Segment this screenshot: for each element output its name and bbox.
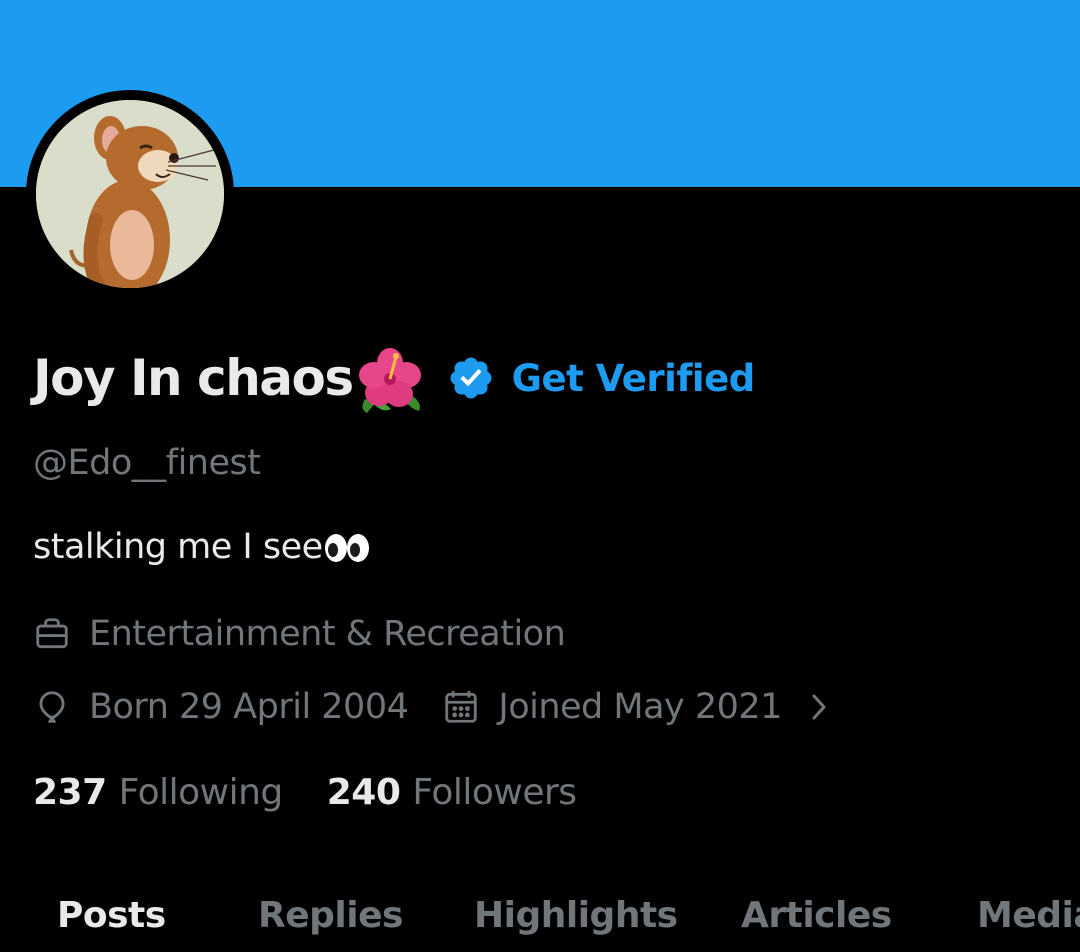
dates-row[interactable]: Born 29 April 2004 Joined May 2021 xyxy=(33,687,834,727)
tab-highlights[interactable]: Highlights xyxy=(474,895,678,936)
profile-tabs: Posts Replies Highlights Articles Media xyxy=(0,895,1080,952)
following-count: 237 xyxy=(33,772,107,813)
profile-category: Entertainment & Recreation xyxy=(89,614,566,654)
tab-media[interactable]: Media xyxy=(977,895,1080,936)
profile-page: Joy In chaos Get Verified @Edo__finest s… xyxy=(0,0,1080,952)
followers-count: 240 xyxy=(326,772,401,813)
followers-link[interactable]: 240 Followers xyxy=(327,772,577,813)
avatar[interactable] xyxy=(36,100,224,288)
eyes-icon xyxy=(324,532,370,562)
following-link[interactable]: 237 Following xyxy=(33,772,283,813)
verified-badge-icon[interactable] xyxy=(447,354,495,402)
followers-label: Followers xyxy=(412,772,577,813)
tab-replies[interactable]: Replies xyxy=(258,895,403,936)
user-handle: @Edo__finest xyxy=(33,443,261,483)
following-label: Following xyxy=(118,772,284,813)
follow-stats: 237 Following 240 Followers xyxy=(33,772,577,813)
name-row: Joy In chaos Get Verified xyxy=(33,340,755,416)
balloon-icon xyxy=(33,688,71,726)
joined-date: Joined May 2021 xyxy=(498,687,782,727)
calendar-icon xyxy=(442,688,480,726)
joined-group: Joined May 2021 xyxy=(442,687,782,727)
get-verified-link[interactable]: Get Verified xyxy=(512,357,756,400)
chevron-right-icon[interactable] xyxy=(804,688,834,726)
tab-posts[interactable]: Posts xyxy=(57,895,166,936)
tab-articles[interactable]: Articles xyxy=(741,895,892,936)
birth-date: Born 29 April 2004 xyxy=(89,687,409,727)
mouse-cartoon-avatar-image xyxy=(36,100,224,288)
category-row: Entertainment & Recreation xyxy=(33,614,566,654)
bio: stalking me I see xyxy=(33,527,370,567)
display-name: Joy In chaos xyxy=(33,349,354,407)
briefcase-icon xyxy=(33,615,71,653)
hibiscus-icon xyxy=(353,343,427,417)
bio-text: stalking me I see xyxy=(33,527,323,567)
